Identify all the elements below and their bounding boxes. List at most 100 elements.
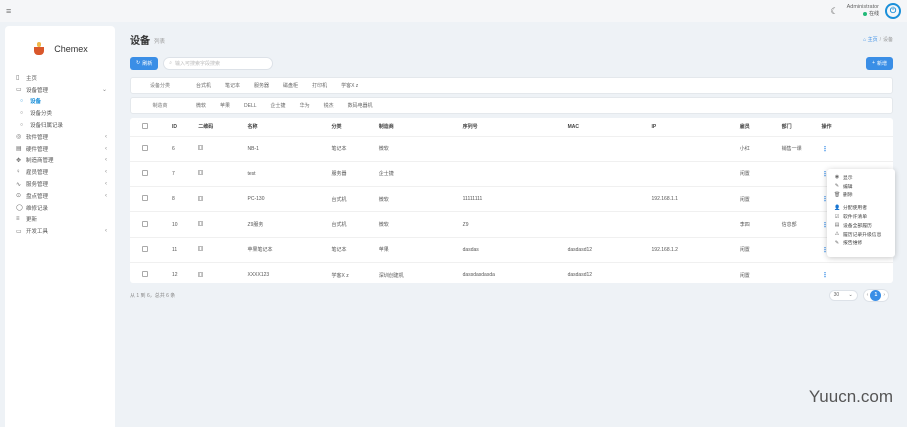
qrcode-icon[interactable] bbox=[198, 271, 204, 277]
dropdown-item[interactable]: 👤 分配使用者 bbox=[827, 203, 895, 212]
table-cell: 微软 bbox=[378, 211, 463, 238]
filter-option[interactable]: 企士捷 bbox=[264, 102, 293, 109]
qrcode-icon[interactable] bbox=[198, 246, 204, 252]
per-page-select[interactable]: 30 ⌄ bbox=[828, 289, 858, 301]
column-header[interactable]: MAC bbox=[568, 118, 652, 136]
column-header[interactable]: 部门 bbox=[782, 118, 822, 136]
table-row: 8 PC-130 台式机 微软 11111111 192.168.1.1 闲置 ⋮ bbox=[130, 186, 893, 212]
row-checkbox[interactable] bbox=[142, 144, 148, 151]
sidebar-item-13[interactable]: ▭ 开发工具 ‹ bbox=[5, 225, 115, 237]
chevron-icon: ‹ bbox=[105, 133, 107, 140]
filter-option[interactable]: 数码电器机 bbox=[341, 102, 380, 109]
dropdown-item[interactable]: ✎ 报告维修 bbox=[827, 239, 895, 248]
column-header[interactable]: 二维码 bbox=[198, 118, 247, 136]
cell-id: 10 bbox=[171, 211, 199, 238]
filter-option[interactable]: 服务器 bbox=[247, 82, 276, 89]
chevron-icon: ‹ bbox=[105, 192, 107, 199]
column-header[interactable]: 操作 bbox=[822, 118, 893, 136]
sidebar-item-2[interactable]: ○ 设备 bbox=[5, 96, 115, 108]
row-checkbox[interactable] bbox=[142, 169, 148, 176]
filter-option[interactable]: 微软 bbox=[189, 102, 213, 109]
chevron-icon: ⌄ bbox=[101, 87, 107, 94]
filter-option[interactable]: 笔记本 bbox=[218, 82, 247, 89]
cell-id: 6 bbox=[171, 135, 199, 162]
table-cell bbox=[567, 186, 652, 212]
column-header[interactable]: 雇员 bbox=[740, 118, 782, 136]
pagination-summary: 从 1 到 6，总共 6 条 bbox=[130, 292, 176, 299]
dropdown-item[interactable]: ✎ 编辑 bbox=[827, 182, 895, 191]
dropdown-item[interactable]: ◉ 显示 bbox=[827, 173, 895, 182]
sidebar-item-label: 更新 bbox=[26, 217, 38, 224]
page-number[interactable]: 1 bbox=[870, 289, 882, 301]
chevron-icon: ‹ bbox=[105, 157, 107, 164]
prev-page-icon[interactable]: ‹ bbox=[867, 292, 869, 298]
row-checkbox[interactable] bbox=[142, 271, 148, 278]
sidebar-item-10[interactable]: ⊙ 盘点管理 ‹ bbox=[5, 190, 115, 202]
sidebar-item-0[interactable]: ▯ 主页 bbox=[5, 72, 115, 84]
table-cell bbox=[567, 160, 652, 187]
breadcrumb-home[interactable]: 主页 bbox=[868, 37, 878, 43]
filter-option[interactable]: 华为 bbox=[293, 102, 317, 109]
home-icon[interactable]: ⌂ bbox=[863, 37, 866, 43]
table-cell: 11111111 bbox=[462, 186, 568, 212]
search-input[interactable]: ⌕ 输入可搜索字段搜索 bbox=[163, 56, 274, 70]
hamburger-menu-icon[interactable]: ≡ bbox=[6, 6, 18, 16]
filter-option[interactable]: 磁盘柜 bbox=[276, 82, 305, 89]
table-cell: XXXX123 bbox=[247, 261, 332, 288]
row-checkbox[interactable] bbox=[142, 220, 148, 227]
brand[interactable]: Chemex bbox=[5, 26, 115, 72]
sidebar-item-1[interactable]: ▭ 设备管理 ⌄ bbox=[5, 84, 115, 96]
filter-option[interactable]: 打印机 bbox=[305, 82, 334, 89]
sidebar-item-9[interactable]: ∿ 服务管理 ‹ bbox=[5, 178, 115, 190]
filter-option[interactable]: 锐杰 bbox=[317, 102, 341, 109]
qrcode-icon[interactable] bbox=[198, 221, 204, 227]
qrcode-icon[interactable] bbox=[198, 195, 204, 201]
table-cell: 服务器 bbox=[331, 160, 379, 187]
power-avatar-icon[interactable]: ⏻ bbox=[885, 3, 901, 19]
row-checkbox[interactable] bbox=[142, 195, 148, 202]
sidebar-item-5[interactable]: ◎ 软件管理 ‹ bbox=[5, 131, 115, 143]
dropdown-item[interactable]: ⚠ 履历记录升级信息 bbox=[827, 230, 895, 239]
dropdown-item[interactable]: ☑ 软件许清单 bbox=[827, 212, 895, 221]
filter-option[interactable]: DELL bbox=[237, 103, 264, 109]
select-all-checkbox[interactable] bbox=[142, 122, 148, 129]
sidebar-item-7[interactable]: ✥ 制造商管理 ‹ bbox=[5, 155, 115, 167]
next-page-icon[interactable]: › bbox=[883, 292, 885, 298]
user-info[interactable]: Administrator 在线 bbox=[847, 4, 879, 18]
sidebar-item-3[interactable]: ○ 设备分类 bbox=[5, 107, 115, 119]
table-row: 12 XXXX123 学客X z 深圳创建机 dassdasdasda dasdasd12… bbox=[130, 261, 893, 288]
more-actions-icon[interactable]: ⋮ bbox=[822, 272, 829, 279]
row-checkbox[interactable] bbox=[142, 245, 148, 252]
qrcode-icon[interactable] bbox=[198, 170, 204, 176]
sidebar-item-label: 维修记录 bbox=[26, 205, 49, 212]
column-header[interactable]: 分类 bbox=[331, 118, 378, 136]
column-header[interactable]: ID bbox=[172, 118, 198, 136]
refresh-button[interactable]: ↻ 刷新 bbox=[130, 56, 159, 70]
dark-mode-icon[interactable]: ☾ bbox=[829, 6, 841, 17]
new-button[interactable]: + 新增 bbox=[866, 56, 893, 70]
sidebar-item-4[interactable]: ○ 设备归属记录 bbox=[5, 119, 115, 131]
column-header[interactable]: 制造商 bbox=[379, 118, 463, 136]
filter-option[interactable]: 学客X z bbox=[334, 82, 365, 89]
sidebar-item-12[interactable]: ≡ 更新 bbox=[5, 214, 115, 226]
menu-item-icon: ☑ bbox=[834, 213, 840, 220]
filter-option[interactable]: 台式机 bbox=[189, 82, 218, 89]
page-title: 设备 bbox=[130, 35, 150, 47]
nav-icon: ▯ bbox=[16, 75, 20, 82]
sidebar-item-11[interactable]: ◯ 维修记录 bbox=[5, 202, 115, 214]
more-actions-icon[interactable]: ⋮ bbox=[822, 146, 829, 153]
filter-label: 制造商 bbox=[152, 103, 168, 109]
column-header[interactable]: 名称 bbox=[248, 118, 332, 136]
menu-item-icon: 👤 bbox=[834, 204, 841, 211]
table-cell: dasdasd12 bbox=[567, 236, 652, 263]
qrcode-icon[interactable] bbox=[198, 145, 204, 151]
dropdown-item[interactable]: 🗑 删除 bbox=[827, 191, 895, 200]
filter-option[interactable]: 苹果 bbox=[213, 102, 237, 109]
table-cell: test bbox=[247, 160, 332, 187]
user-status: 在线 bbox=[868, 11, 879, 17]
column-header[interactable]: IP bbox=[652, 118, 740, 136]
dropdown-item[interactable]: ▤ 设备全部履历 bbox=[827, 221, 895, 230]
sidebar-item-8[interactable]: ♀ 雇员管理 ‹ bbox=[5, 166, 115, 178]
sidebar-item-6[interactable]: ▤ 硬件管理 ‹ bbox=[5, 143, 115, 155]
column-header[interactable]: 序列号 bbox=[463, 118, 568, 136]
